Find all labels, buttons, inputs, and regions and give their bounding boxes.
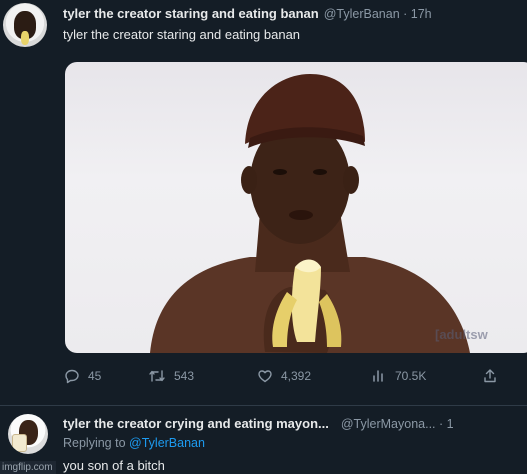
like-count: 4,392 xyxy=(281,369,312,383)
retweet-count: 543 xyxy=(174,369,195,383)
replying-to: Replying to @TylerBanan xyxy=(63,436,205,450)
like-icon xyxy=(257,368,273,384)
media-watermark: [adultsw xyxy=(435,327,488,342)
retweet-action[interactable]: 543 xyxy=(148,368,194,384)
tweet-divider xyxy=(0,405,527,406)
tweet-media-image[interactable]: [adultsw xyxy=(65,62,527,353)
tweet-actions: 45 543 4,392 70.5K xyxy=(60,368,520,388)
reply-tweet-text: you son of a bitch xyxy=(63,458,165,473)
media-photo xyxy=(150,74,470,353)
display-name[interactable]: tyler the creator staring and eating ban… xyxy=(63,6,319,21)
views-icon xyxy=(371,368,387,384)
reply-action[interactable]: 45 xyxy=(64,368,101,384)
tweet-text: tyler the creator staring and eating ban… xyxy=(63,27,301,42)
views-action[interactable]: 70.5K xyxy=(371,368,426,384)
reply-display-name[interactable]: tyler the creator crying and eating mayo… xyxy=(63,416,329,431)
tweet-thread: tyler the creator staring and eating ban… xyxy=(0,0,527,474)
replying-to-label: Replying to xyxy=(63,436,126,450)
reply-handle-and-time[interactable]: @TylerMayona... · 1 xyxy=(341,417,454,431)
avatar[interactable] xyxy=(3,3,47,47)
tweet-header: tyler the creator staring and eating ban… xyxy=(63,6,432,21)
reply-count: 45 xyxy=(88,369,102,383)
imgflip-watermark: imgflip.com xyxy=(0,461,56,474)
reply-tweet-header: tyler the creator crying and eating mayo… xyxy=(63,416,454,431)
retweet-icon xyxy=(148,368,166,384)
view-count: 70.5K xyxy=(395,369,427,383)
reply-avatar[interactable] xyxy=(8,414,48,454)
handle-and-time[interactable]: @TylerBanan · 17h xyxy=(324,7,432,21)
share-icon xyxy=(482,368,498,384)
replying-to-handle[interactable]: @TylerBanan xyxy=(129,436,205,450)
reply-icon xyxy=(64,368,80,384)
share-action[interactable] xyxy=(482,368,498,384)
like-action[interactable]: 4,392 xyxy=(257,368,311,384)
